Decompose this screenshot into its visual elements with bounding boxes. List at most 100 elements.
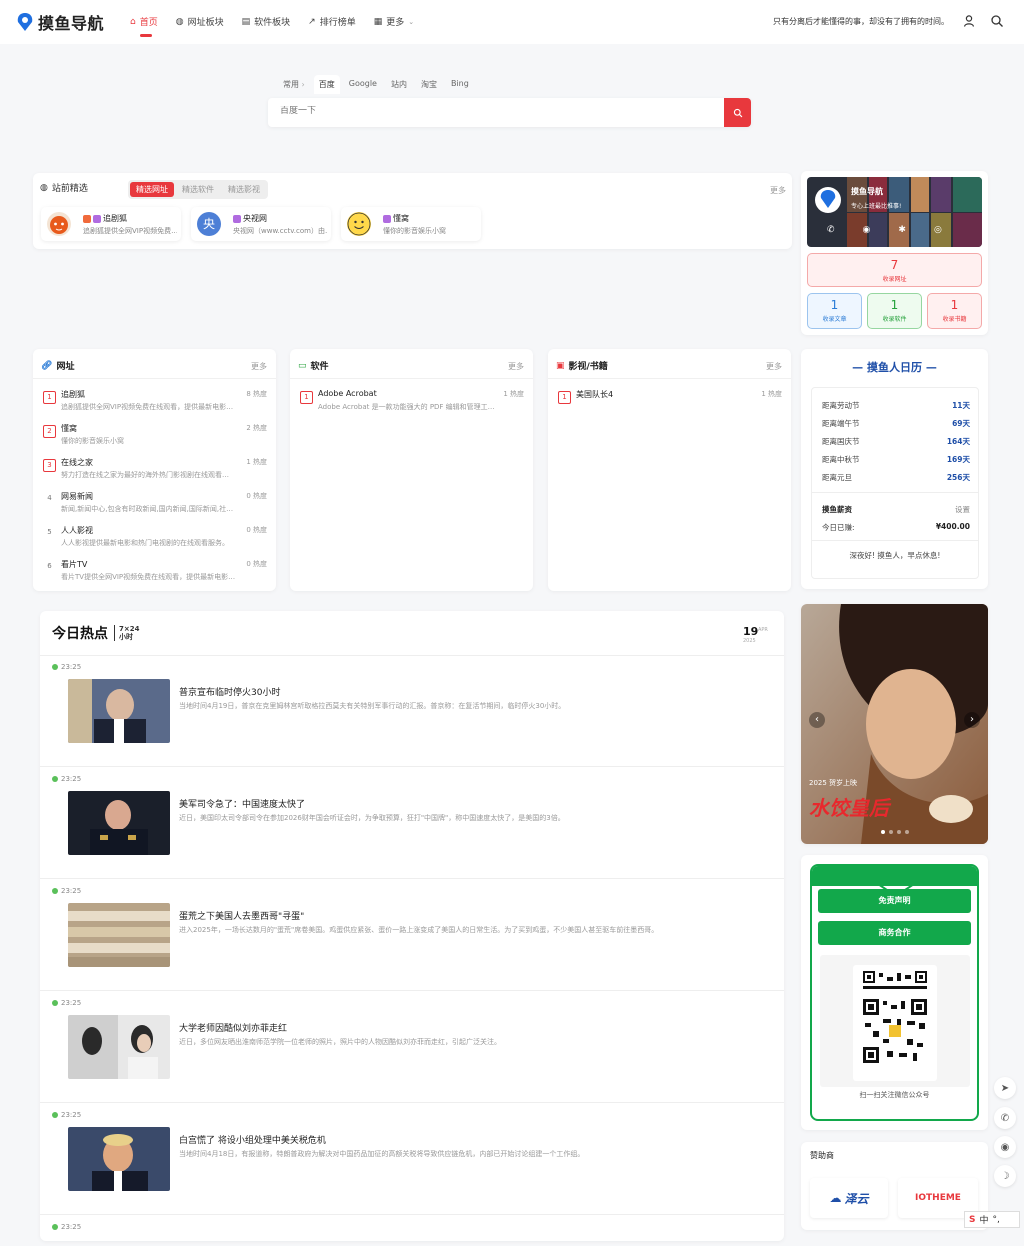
tab-featured-software[interactable]: 精选软件 [176, 182, 220, 197]
profile-subtitle: 专心上班最比推事! [851, 203, 902, 210]
item-desc: 懂你的影音娱乐小窝 [61, 437, 124, 445]
news-desc: 当地时间4月18日，有报道称，特朗普政府为解决对中国药品加征的高额关税将导致供应… [179, 1150, 585, 1158]
rank-number: 3 [43, 459, 56, 472]
list-item[interactable]: 6 看片TV 看片TV提供全网VIP视频免费在线观看，提供最新电影… 0 热度 [41, 557, 269, 589]
list-item[interactable]: 4 网易新闻 新闻,新闻中心,包含有时政新闻,国内新闻,国际新闻,社… 0 热度 [41, 489, 269, 521]
globe-icon: ◍ [40, 182, 48, 193]
wechat-icon[interactable]: ✆ [827, 225, 835, 235]
stat-software[interactable]: 1 收录软件 [867, 293, 922, 329]
news-item[interactable]: 23:25 美军司令急了：中国速度太快了 近日，美国印太司令部司令在参加2026… [40, 767, 784, 879]
tab-label: 常用 [283, 80, 299, 89]
pick-item[interactable]: 央 央视网 央视网（www.cctv.com）由… [191, 207, 331, 241]
picks-more-link[interactable]: 更多 [770, 185, 786, 196]
search-tab-common[interactable]: 常用 › [278, 75, 310, 94]
back-to-top-icon[interactable]: ➤ [994, 1077, 1016, 1099]
search-tab-google[interactable]: Google [344, 75, 382, 94]
pick-name: 央视网 [243, 214, 267, 223]
calendar-note: 深夜好! 摸鱼人，早点休息! [849, 551, 941, 560]
nav-more[interactable]: ▦ 更多 ⌄ [374, 15, 414, 29]
tab-featured-sites[interactable]: 精选网址 [130, 182, 174, 197]
news-item[interactable]: 23:25 普京宣布临时停火30小时 当地时间4月19日，普京在克里姆林宫听取格… [40, 655, 784, 767]
dot-icon [52, 664, 58, 670]
nav-ranking[interactable]: ↗ 排行榜单 [308, 15, 356, 29]
ime-logo-icon: S [969, 1214, 976, 1225]
search-tab-site[interactable]: 站内 [386, 75, 412, 94]
list-item[interactable]: 2 懂窝 懂你的影音娱乐小窝 2 热度 [41, 421, 269, 453]
search-tab-baidu[interactable]: 百度 [313, 75, 340, 94]
qq-icon[interactable]: ◉ [863, 225, 871, 235]
news-item[interactable]: 23:25 白宫慌了 将设小组处理中美关税危机 当地时间4月18日，有报道称，特… [40, 1103, 784, 1215]
business-cooperation-button[interactable]: 商务合作 [818, 921, 971, 945]
salary-title: 摸鱼薪资 [822, 505, 852, 514]
hot-header: 今日热点 7×24 小时 [52, 623, 139, 643]
poster-title: 水饺皇后 [809, 796, 889, 820]
tab-featured-movies[interactable]: 精选影视 [222, 182, 266, 197]
stat-books[interactable]: 1 收录书籍 [927, 293, 982, 329]
news-desc: 当地时间4月19日，普京在克里姆林宫听取格拉西莫夫有关特别军事行动的汇报。普京称… [179, 702, 566, 710]
item-desc: 新闻,新闻中心,包含有时政新闻,国内新闻,国际新闻,社… [61, 505, 234, 513]
dot-icon [52, 888, 58, 894]
time-text: 23:25 [61, 999, 82, 1007]
search-button[interactable] [724, 98, 751, 127]
time-text: 23:25 [61, 1111, 82, 1119]
news-item[interactable]: 23:25 [40, 1215, 784, 1241]
rank-number: 6 [47, 562, 52, 570]
stat-sites[interactable]: 7 收录网址 [807, 253, 982, 287]
list-item[interactable]: 1 追剧狐 追剧狐提供全网VIP视频免费在线观看，提供最新电影… 8 热度 [41, 387, 269, 419]
disclaimer-button[interactable]: 免责声明 [818, 889, 971, 913]
item-heat: 1 热度 [503, 390, 524, 398]
user-icon[interactable] [962, 14, 976, 28]
nav-label: 网址板块 [187, 18, 224, 28]
qq-float-icon[interactable]: ◉ [994, 1136, 1016, 1158]
holiday-label: 距离劳动节 [822, 401, 860, 410]
category-more-link[interactable]: 更多 [508, 361, 524, 372]
search-tab-bing[interactable]: Bing [446, 75, 474, 94]
dot-icon [52, 1000, 58, 1006]
salary-settings-link[interactable]: 设置 [955, 504, 970, 515]
holiday-row: 距离劳动节 11天 [822, 400, 970, 411]
search-icon [733, 108, 742, 117]
sponsor-zeyun[interactable]: ☁ 泽云 [810, 1178, 888, 1218]
category-title: 影视/书籍 [568, 362, 608, 372]
item-desc: 努力打造在线之家为最好的海外热门影视剧在线观看… [61, 471, 229, 479]
cloud-icon: ☁ [829, 1191, 842, 1205]
news-desc: 近日，多位网友晒出淮南师范学院一位老师的照片，照片中的人物因酷似刘亦菲而走红，引… [179, 1038, 501, 1046]
site-logo[interactable]: 摸鱼导航 [16, 10, 104, 34]
news-item[interactable]: 23:25 大学老师因酷似刘亦菲走红 近日，多位网友晒出淮南师范学院一位老师的照… [40, 991, 784, 1103]
list-item[interactable]: 1 美国队长4 1 热度 [556, 387, 784, 419]
search-icon[interactable] [990, 14, 1004, 28]
nav-sites[interactable]: ◍ 网址板块 [176, 15, 224, 29]
stat-num: 7 [890, 258, 899, 272]
list-item[interactable]: 1 Adobe Acrobat Adobe Acrobat 是一款功能强大的 PDF… [298, 387, 526, 419]
news-item[interactable]: 23:25 蛋荒之下美国人去墨西哥"寻蛋" 进入2025年，一场长达数月的"蛋荒… [40, 879, 784, 991]
carousel-prev-icon[interactable]: ‹ [809, 712, 825, 728]
item-heat: 0 热度 [246, 526, 267, 534]
search-tab-taobao[interactable]: 淘宝 [416, 75, 442, 94]
holiday-days: 11天 [952, 401, 970, 410]
stat-label: 收录软件 [882, 316, 907, 323]
fox-avatar [47, 212, 71, 236]
movie-poster-carousel[interactable]: 2025 贺岁上映 水饺皇后 ‹ › [801, 604, 988, 844]
dark-mode-icon[interactable]: ☽ [994, 1165, 1016, 1187]
item-title: 网易新闻 [61, 492, 93, 501]
ime-indicator[interactable]: S 中 °, [964, 1211, 1020, 1228]
pick-item[interactable]: 追剧狐 追剧狐提供全网VIP视频免费… [41, 207, 181, 241]
carousel-next-icon[interactable]: › [964, 712, 980, 728]
nav-home[interactable]: ⌂ 首页 [130, 15, 158, 37]
settings-icon[interactable]: ✱ [898, 225, 906, 235]
holiday-label: 距离端午节 [822, 419, 860, 428]
wechat-float-icon[interactable]: ✆ [994, 1107, 1016, 1129]
category-more-link[interactable]: 更多 [251, 361, 267, 372]
list-item[interactable]: 5 人人影视 人人影视提供最新电影和热门电视剧的在线观看服务。 0 热度 [41, 523, 269, 555]
main-nav: ⌂ 首页 ◍ 网址板块 ▤ 软件板块 ↗ 排行榜单 ▦ 更多 ⌄ [130, 15, 414, 37]
github-icon[interactable]: ◎ [934, 225, 942, 235]
earned-value: ¥400.00 [935, 522, 970, 531]
pick-desc: 央视网（www.cctv.com）由… [233, 227, 327, 235]
search-input[interactable] [280, 106, 700, 116]
stat-articles[interactable]: 1 收录文章 [807, 293, 862, 329]
category-more-link[interactable]: 更多 [766, 361, 782, 372]
pick-item[interactable]: 懂窝 懂你的影音娱乐小窝 [341, 207, 481, 241]
slacker-calendar-card: — 摸鱼人日历 — 距离劳动节 11天 距离端午节 69天 距离国庆节 164天 距离… [801, 349, 988, 589]
nav-software[interactable]: ▤ 软件板块 [242, 15, 291, 29]
list-item[interactable]: 3 在线之家 努力打造在线之家为最好的海外热门影视剧在线观看… 1 热度 [41, 455, 269, 487]
